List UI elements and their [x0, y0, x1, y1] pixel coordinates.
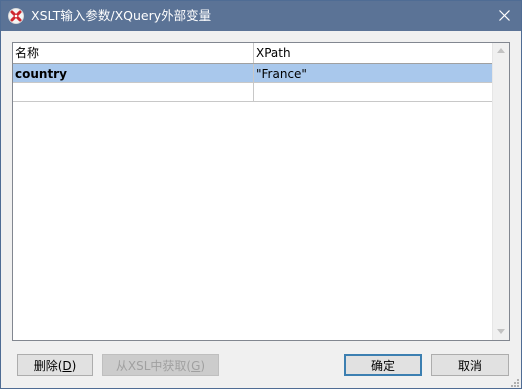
column-header-xpath[interactable]: XPath	[254, 43, 493, 63]
cell-xpath[interactable]: "France"	[254, 64, 493, 82]
vertical-scrollbar[interactable]	[492, 43, 509, 340]
get-from-xsl-button-suffix: )	[200, 359, 206, 373]
column-header-xpath-label: XPath	[256, 46, 291, 60]
altova-app-icon	[8, 8, 24, 24]
get-from-xsl-button[interactable]: 从XSL中获取(G)	[102, 354, 219, 376]
delete-button-suffix: )	[71, 359, 77, 373]
column-header-name-label: 名称	[15, 46, 40, 60]
cell-xpath[interactable]	[254, 83, 493, 101]
close-icon[interactable]	[495, 6, 515, 26]
delete-button[interactable]: 删除(D)	[17, 354, 93, 376]
table-row[interactable]: country "France"	[13, 64, 493, 83]
parameter-name: country	[15, 67, 67, 81]
scroll-down-arrow-icon[interactable]	[493, 324, 509, 340]
ok-button-label: 确定	[370, 359, 395, 373]
parameter-xpath: "France"	[256, 67, 307, 81]
delete-button-label: 删除(	[33, 359, 63, 373]
window-title: XSLT输入参数/XQuery外部变量	[31, 8, 212, 23]
table-row[interactable]	[13, 83, 493, 102]
title-bar[interactable]: XSLT输入参数/XQuery外部变量	[1, 1, 521, 31]
delete-button-accelerator: D	[62, 359, 72, 373]
cancel-button-label: 取消	[457, 359, 482, 373]
cell-name[interactable]	[13, 83, 254, 101]
dialog-window: XSLT输入参数/XQuery外部变量 名称 XPath country "Fr…	[0, 0, 522, 389]
scroll-up-arrow-icon[interactable]	[493, 43, 509, 59]
cell-name[interactable]: country	[13, 64, 254, 82]
column-header-name[interactable]: 名称	[13, 43, 254, 63]
cancel-button[interactable]: 取消	[431, 354, 509, 376]
parameters-grid[interactable]: 名称 XPath country "France"	[12, 42, 510, 341]
ok-button[interactable]: 确定	[344, 354, 422, 376]
resize-grip-icon[interactable]	[509, 376, 519, 387]
grid-header: 名称 XPath	[13, 43, 493, 64]
get-from-xsl-button-label: 从XSL中获取(	[115, 359, 192, 373]
